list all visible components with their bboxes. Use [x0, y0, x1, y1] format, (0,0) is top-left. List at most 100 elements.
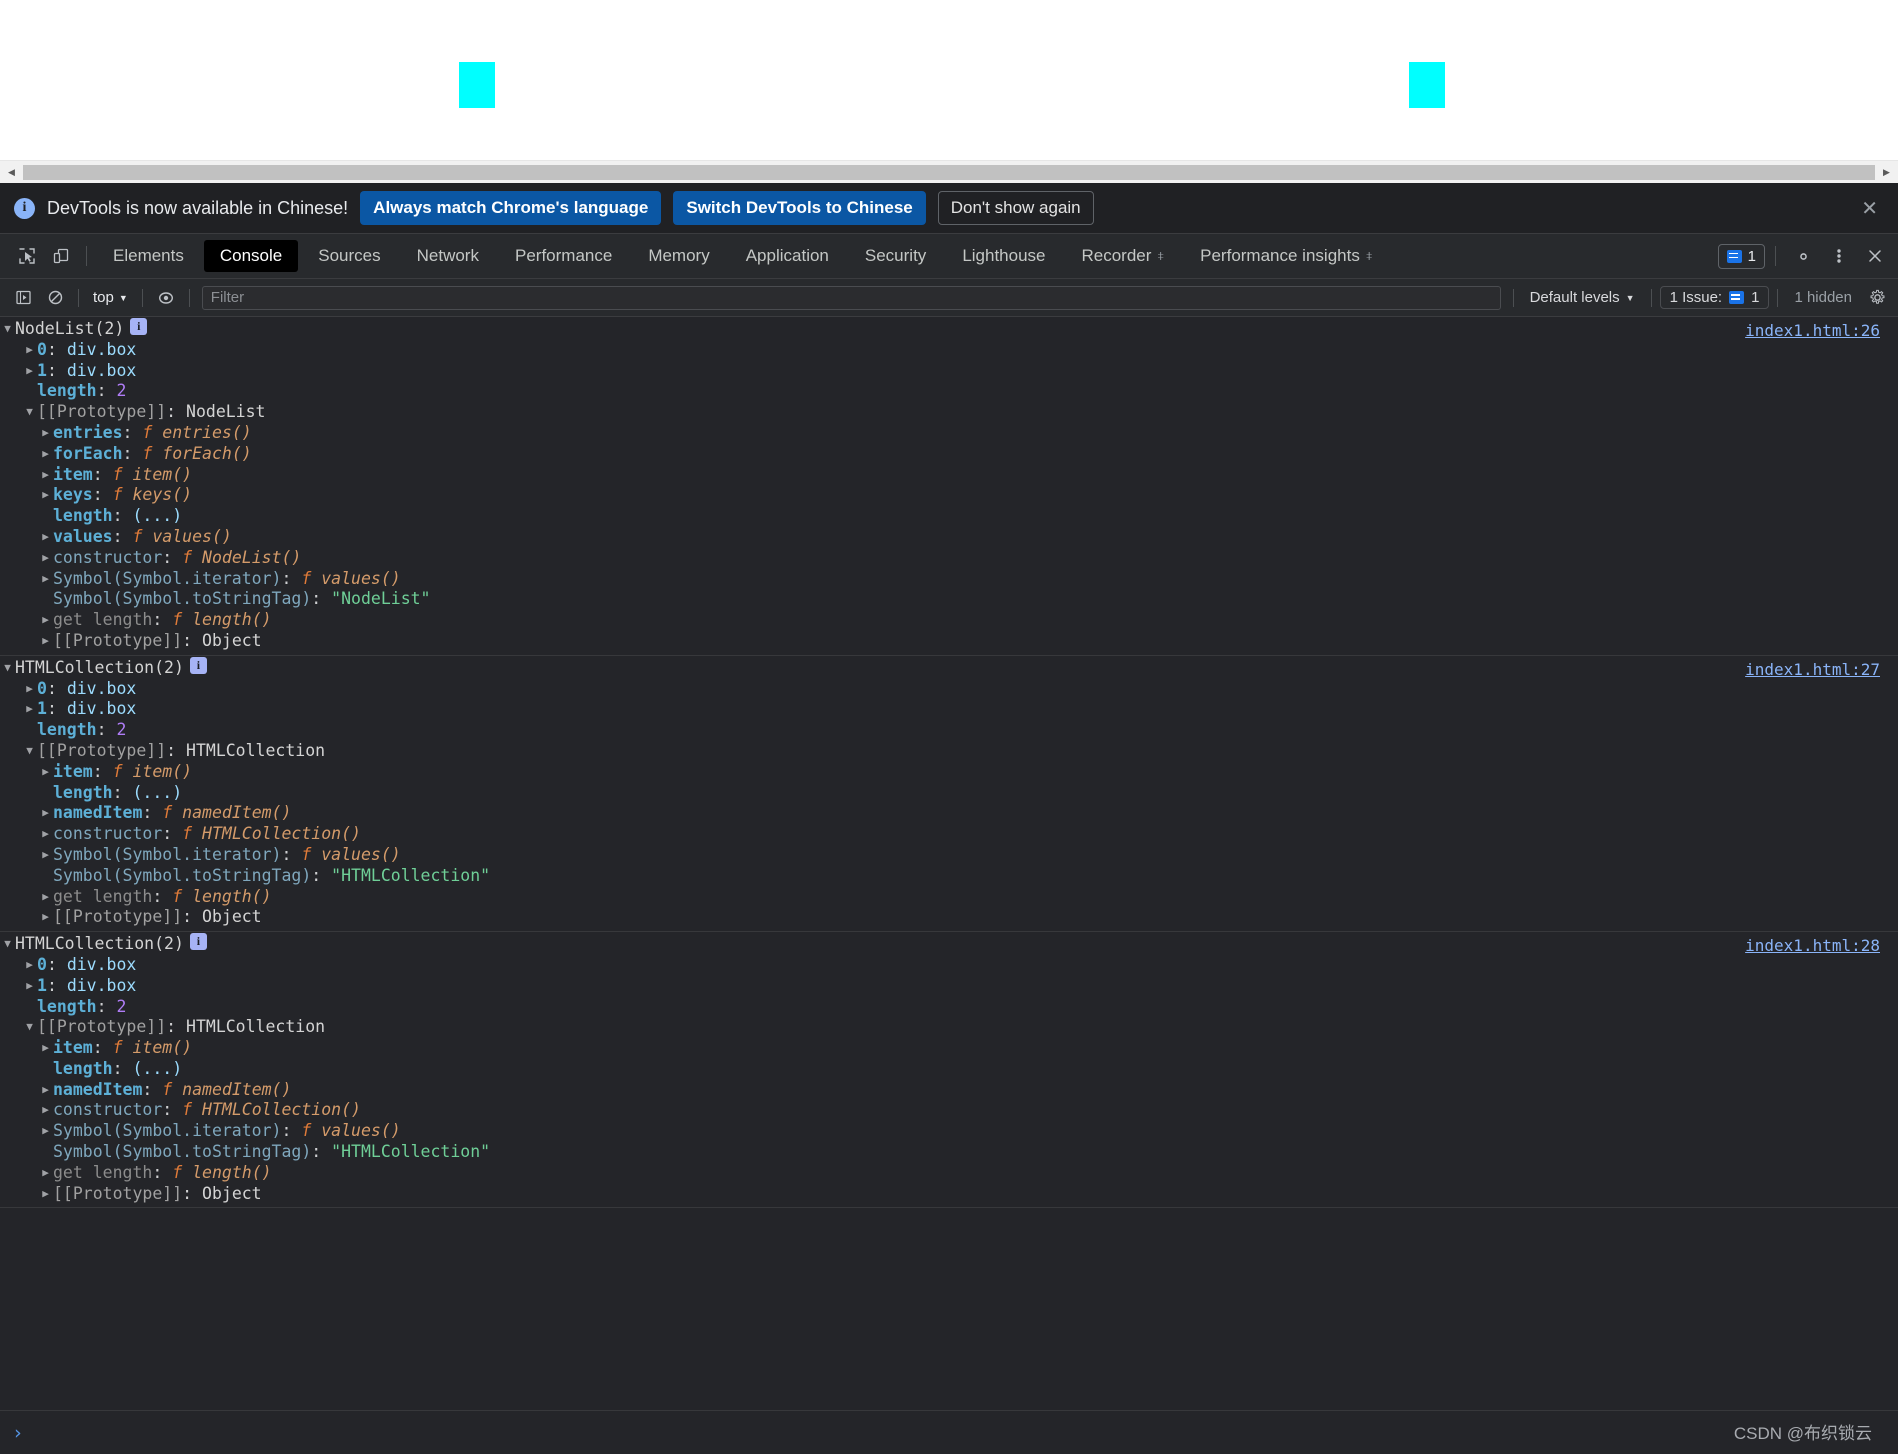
- page-horizontal-scrollbar[interactable]: ◀ ▶: [0, 160, 1898, 183]
- disclosure-triangle-closed-icon[interactable]: ▶: [38, 423, 53, 444]
- log-property-row[interactable]: ▼ [[Prototype]]: HTMLCollection: [0, 741, 1898, 762]
- log-property-row[interactable]: length: 2: [0, 381, 1898, 402]
- tab-elements[interactable]: Elements: [97, 240, 200, 272]
- inspect-element-icon[interactable]: [10, 239, 44, 273]
- tab-lighthouse[interactable]: Lighthouse: [946, 240, 1061, 272]
- disclosure-triangle-closed-icon[interactable]: ▶: [38, 762, 53, 783]
- disclosure-triangle-closed-icon[interactable]: ▶: [38, 1184, 53, 1205]
- disclosure-triangle-open-icon[interactable]: ▼: [0, 934, 15, 955]
- disclosure-triangle-closed-icon[interactable]: ▶: [38, 548, 53, 569]
- log-property-row[interactable]: length: 2: [0, 997, 1898, 1018]
- tab-performance[interactable]: Performance: [499, 240, 628, 272]
- scroll-right-arrow-icon[interactable]: ▶: [1875, 161, 1898, 184]
- log-property-row[interactable]: ▶ 0: div.box: [0, 955, 1898, 976]
- log-property-row[interactable]: ▶ [[Prototype]]: Object: [0, 1184, 1898, 1205]
- log-property-row[interactable]: ▶ get length: f length(): [0, 1163, 1898, 1184]
- source-link[interactable]: index1.html:28: [1745, 936, 1880, 957]
- disclosure-triangle-closed-icon[interactable]: ▶: [38, 465, 53, 486]
- source-link[interactable]: index1.html:26: [1745, 321, 1880, 342]
- log-property-row[interactable]: ▶ [[Prototype]]: Object: [0, 907, 1898, 928]
- source-link[interactable]: index1.html:27: [1745, 660, 1880, 681]
- info-badge-icon[interactable]: i: [189, 656, 207, 674]
- disclosure-triangle-closed-icon[interactable]: ▶: [38, 1163, 53, 1184]
- log-property-row[interactable]: ▶ constructor: f HTMLCollection(): [0, 1100, 1898, 1121]
- clear-console-icon[interactable]: [40, 284, 70, 312]
- log-property-row[interactable]: ▶ 1: div.box: [0, 976, 1898, 997]
- disclosure-triangle-closed-icon[interactable]: ▶: [38, 1080, 53, 1101]
- log-property-row[interactable]: ▶ namedItem: f namedItem(): [0, 803, 1898, 824]
- log-levels-selector[interactable]: Default levels ▼: [1522, 286, 1643, 309]
- disclosure-triangle-closed-icon[interactable]: ▶: [22, 679, 37, 700]
- scrollbar-thumb[interactable]: [23, 164, 1875, 180]
- live-expression-icon[interactable]: [151, 284, 181, 312]
- device-toolbar-icon[interactable]: [44, 239, 78, 273]
- log-header-row[interactable]: ▼ NodeList(2) i: [0, 318, 1898, 340]
- disclosure-triangle-open-icon[interactable]: ▼: [22, 741, 37, 762]
- log-property-row[interactable]: ▶ 1: div.box: [0, 699, 1898, 720]
- tab-memory[interactable]: Memory: [632, 240, 725, 272]
- tab-recorder[interactable]: Recorder ⧧: [1066, 240, 1181, 272]
- log-property-row[interactable]: ▶ 1: div.box: [0, 361, 1898, 382]
- disclosure-triangle-closed-icon[interactable]: ▶: [38, 631, 53, 652]
- disclosure-triangle-closed-icon[interactable]: ▶: [38, 887, 53, 908]
- disclosure-triangle-closed-icon[interactable]: ▶: [38, 907, 53, 928]
- disclosure-triangle-closed-icon[interactable]: ▶: [38, 610, 53, 631]
- disclosure-triangle-closed-icon[interactable]: ▶: [38, 1038, 53, 1059]
- disclosure-triangle-open-icon[interactable]: ▼: [0, 319, 15, 340]
- execute-snippet-icon[interactable]: [8, 284, 38, 312]
- log-property-row[interactable]: ▶ keys: f keys(): [0, 485, 1898, 506]
- disclosure-triangle-closed-icon[interactable]: ▶: [38, 444, 53, 465]
- info-badge-icon[interactable]: i: [189, 933, 207, 951]
- log-property-row[interactable]: ▼ [[Prototype]]: NodeList: [0, 402, 1898, 423]
- log-property-row[interactable]: ▼ [[Prototype]]: HTMLCollection: [0, 1017, 1898, 1038]
- log-header-row[interactable]: ▼ HTMLCollection(2) i: [0, 656, 1898, 679]
- log-property-row[interactable]: length: (...): [0, 783, 1898, 804]
- info-badge-icon[interactable]: i: [130, 318, 148, 335]
- log-property-row[interactable]: length: 2: [0, 720, 1898, 741]
- log-property-row[interactable]: ▶ get length: f length(): [0, 887, 1898, 908]
- disclosure-triangle-closed-icon[interactable]: ▶: [38, 485, 53, 506]
- log-property-row[interactable]: ▶ get length: f length(): [0, 610, 1898, 631]
- log-property-row[interactable]: ▶ constructor: f HTMLCollection(): [0, 824, 1898, 845]
- more-vertical-icon[interactable]: [1822, 239, 1856, 273]
- tab-console[interactable]: Console: [203, 240, 299, 272]
- console-settings-gear-icon[interactable]: [1862, 284, 1892, 312]
- switch-devtools-language-button[interactable]: Switch DevTools to Chinese: [673, 190, 926, 226]
- log-property-row[interactable]: ▶ 0: div.box: [0, 340, 1898, 361]
- disclosure-triangle-closed-icon[interactable]: ▶: [38, 824, 53, 845]
- log-header-row[interactable]: ▼ HTMLCollection(2) i: [0, 933, 1898, 955]
- disclosure-triangle-closed-icon[interactable]: ▶: [38, 803, 53, 824]
- log-property-row[interactable]: ▶ values: f values(): [0, 527, 1898, 548]
- disclosure-triangle-closed-icon[interactable]: ▶: [22, 976, 37, 997]
- log-property-row[interactable]: length: (...): [0, 1059, 1898, 1080]
- hidden-messages-label[interactable]: 1 hidden: [1786, 289, 1860, 306]
- banner-close-icon[interactable]: ✕: [1855, 196, 1884, 221]
- log-property-row[interactable]: ▶ 0: div.box: [0, 679, 1898, 700]
- log-property-row[interactable]: Symbol(Symbol.toStringTag): "HTMLCollect…: [0, 866, 1898, 887]
- log-property-row[interactable]: ▶ item: f item(): [0, 1038, 1898, 1059]
- log-property-row[interactable]: Symbol(Symbol.toStringTag): "HTMLCollect…: [0, 1142, 1898, 1163]
- issues-summary-button[interactable]: 1 Issue: 1: [1659, 286, 1770, 309]
- disclosure-triangle-closed-icon[interactable]: ▶: [38, 569, 53, 590]
- tab-performance-insights[interactable]: Performance insights ⧧: [1184, 240, 1388, 272]
- disclosure-triangle-closed-icon[interactable]: ▶: [38, 1121, 53, 1142]
- disclosure-triangle-open-icon[interactable]: ▼: [0, 658, 15, 679]
- gear-icon[interactable]: [1786, 239, 1820, 273]
- disclosure-triangle-closed-icon[interactable]: ▶: [22, 361, 37, 382]
- console-prompt-row[interactable]: ›: [0, 1410, 1898, 1454]
- tab-network[interactable]: Network: [401, 240, 495, 272]
- log-property-row[interactable]: Symbol(Symbol.toStringTag): "NodeList": [0, 589, 1898, 610]
- log-property-row[interactable]: ▶ constructor: f NodeList(): [0, 548, 1898, 569]
- tab-security[interactable]: Security: [849, 240, 942, 272]
- tab-sources[interactable]: Sources: [302, 240, 396, 272]
- log-property-row[interactable]: ▶ [[Prototype]]: Object: [0, 631, 1898, 652]
- disclosure-triangle-closed-icon[interactable]: ▶: [22, 340, 37, 361]
- disclosure-triangle-closed-icon[interactable]: ▶: [22, 699, 37, 720]
- log-property-row[interactable]: ▶ forEach: f forEach(): [0, 444, 1898, 465]
- log-property-row[interactable]: ▶ item: f item(): [0, 762, 1898, 783]
- dont-show-again-button[interactable]: Don't show again: [937, 190, 1094, 226]
- log-property-row[interactable]: ▶ Symbol(Symbol.iterator): f values(): [0, 845, 1898, 866]
- disclosure-triangle-closed-icon[interactable]: ▶: [38, 845, 53, 866]
- console-filter-input[interactable]: [201, 285, 1501, 310]
- disclosure-triangle-closed-icon[interactable]: ▶: [38, 527, 53, 548]
